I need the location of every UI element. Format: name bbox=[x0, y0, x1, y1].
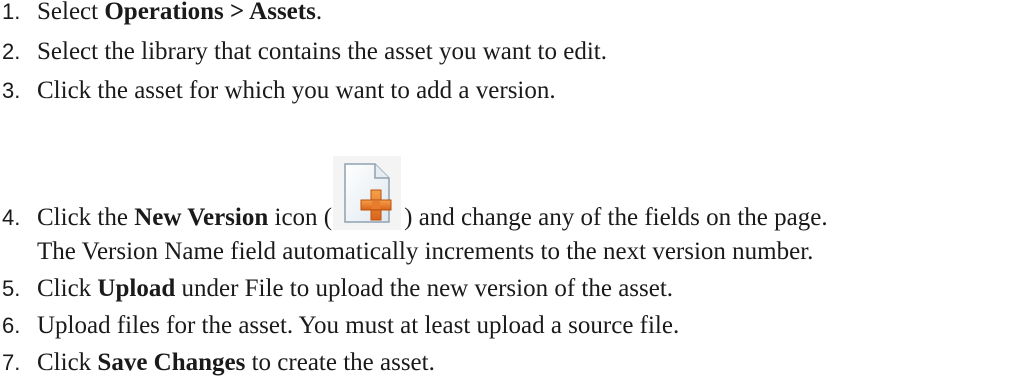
step-text: Upload files for the asset. You must at … bbox=[37, 312, 680, 339]
step-2: 2. Select the library that contains the a… bbox=[0, 37, 607, 67]
step-prefix: Click bbox=[37, 349, 98, 376]
step-number: 1. bbox=[2, 0, 21, 24]
step-number: 3. bbox=[2, 78, 21, 103]
step-4-continuation: The Version Name field automatically inc… bbox=[37, 238, 814, 265]
step-prefix: Click the bbox=[37, 204, 135, 231]
icon-name: New Version bbox=[134, 204, 269, 231]
step-text: Select Operations > Assets. bbox=[37, 0, 322, 25]
step-6: 6. Upload files for the asset. You must a… bbox=[0, 311, 679, 341]
step-suffix: under File to upload the new version of … bbox=[175, 275, 674, 302]
step-number: 4. bbox=[2, 205, 21, 230]
step-1: 1. Select Operations > Assets. bbox=[0, 0, 322, 27]
step-suffix: ) and change any of the fields on the pa… bbox=[404, 204, 828, 231]
step-5: 5. Click Upload under File to upload the … bbox=[0, 274, 673, 304]
step-number: 5. bbox=[2, 276, 21, 301]
step-prefix: Select bbox=[37, 0, 105, 25]
menu-path: Operations > Assets bbox=[104, 0, 316, 25]
step-suffix: to create the asset. bbox=[245, 349, 435, 376]
step-4: 4. Click the New Version icon () and ch… bbox=[0, 156, 828, 233]
step-number: 2. bbox=[2, 39, 21, 64]
step-middle: icon ( bbox=[268, 204, 333, 231]
step-text: Click the asset for which you want to ad… bbox=[37, 77, 556, 104]
step-text: Click the New Version icon () and chang… bbox=[37, 156, 828, 233]
button-name: Upload bbox=[97, 275, 176, 302]
button-name: Save Changes bbox=[97, 349, 246, 376]
step-number: 6. bbox=[2, 313, 21, 338]
step-number: 7. bbox=[2, 350, 21, 375]
step-suffix: . bbox=[315, 0, 323, 25]
step-prefix: Click bbox=[37, 275, 98, 302]
icon-slot bbox=[332, 156, 404, 233]
step-3: 3. Click the asset for which you want to … bbox=[0, 76, 556, 106]
step-7: 7. Click Save Changes to create the asset… bbox=[0, 348, 435, 378]
step-text: Click Upload under File to upload the ne… bbox=[37, 275, 673, 302]
instruction-steps: 1. Select Operations > Assets. 2. Select t… bbox=[0, 0, 1027, 377]
step-text: Select the library that contains the ass… bbox=[37, 38, 607, 65]
new-version-icon bbox=[333, 156, 402, 230]
step-text: Click Save Changes to create the asset. bbox=[37, 349, 435, 376]
